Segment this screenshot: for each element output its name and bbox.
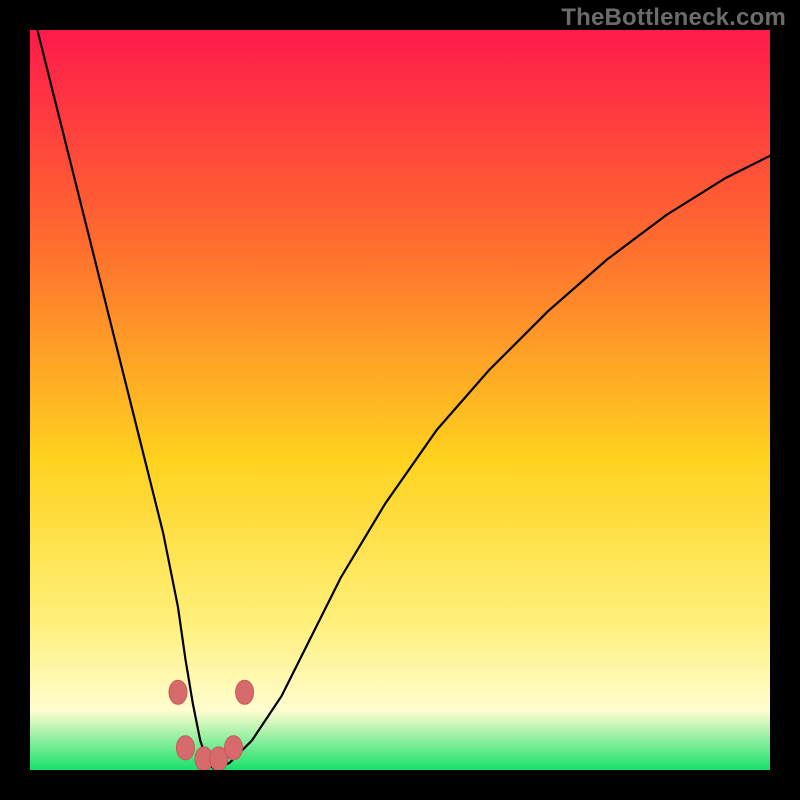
watermark-text: TheBottleneck.com	[561, 4, 786, 32]
chart-svg	[30, 30, 770, 770]
curve-marker	[236, 680, 254, 704]
curve-marker	[169, 680, 187, 704]
gradient-background	[30, 30, 770, 770]
plot-area	[30, 30, 770, 770]
chart-frame: TheBottleneck.com	[0, 0, 800, 800]
curve-marker	[176, 736, 194, 760]
curve-marker	[225, 736, 243, 760]
